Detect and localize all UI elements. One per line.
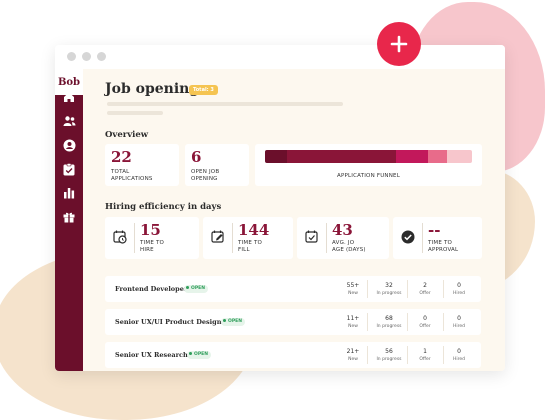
people-icon[interactable] bbox=[61, 113, 77, 129]
card-divider bbox=[326, 223, 327, 253]
open-job-opening-card[interactable]: 6 OPEN JOB OPENING bbox=[185, 144, 249, 186]
funnel-segment bbox=[446, 150, 472, 163]
efficiency-title: Hiring efficiency in days bbox=[105, 202, 222, 212]
job-row[interactable]: Senior UX/UI Product Designer OPEN 11+ N… bbox=[105, 309, 481, 335]
time-to-approval-card[interactable]: -- TIME TO APPROVAL bbox=[393, 217, 482, 259]
overview-title: Overview bbox=[105, 130, 149, 140]
hired-count: 0 bbox=[457, 348, 461, 355]
plus-icon bbox=[390, 35, 408, 53]
status-badge: OPEN bbox=[187, 351, 211, 359]
skeleton-line bbox=[107, 102, 343, 106]
in-progress-label: In progress bbox=[376, 324, 402, 329]
hired-label: Hired bbox=[452, 357, 465, 362]
job-title: Senior UX/UI Product Designer bbox=[115, 318, 229, 326]
job-row[interactable]: Senior UX Researcher OPEN 21+ New 56 In … bbox=[105, 342, 481, 368]
time-to-hire-label: TIME TO bbox=[140, 240, 165, 246]
sidebar bbox=[55, 69, 83, 371]
check-calendar-icon bbox=[305, 230, 318, 243]
time-to-fill-card[interactable]: 144 TIME TO FILL bbox=[203, 217, 293, 259]
time-to-hire-label: HIRE bbox=[140, 247, 154, 253]
funnel-segment bbox=[286, 150, 396, 163]
app-window: Bob Job opening Total: 3 Overview 22 TOT… bbox=[55, 45, 505, 371]
total-badge: Total: 3 bbox=[189, 85, 218, 95]
stat-divider bbox=[367, 346, 368, 364]
job-title: Frontend Developer bbox=[115, 285, 188, 293]
time-to-fill-value: 144 bbox=[238, 221, 270, 239]
job-row[interactable]: Frontend Developer OPEN 55+ New 32 In pr… bbox=[105, 276, 481, 302]
window-dot bbox=[97, 52, 106, 61]
time-to-approval-label: TIME TO bbox=[428, 240, 453, 246]
add-button[interactable] bbox=[377, 22, 421, 66]
funnel-segment bbox=[428, 150, 447, 163]
total-applications-label: TOTAL bbox=[111, 169, 130, 175]
open-job-opening-label: OPEN JOB bbox=[191, 169, 220, 175]
skeleton-line bbox=[107, 111, 163, 115]
hired-label: Hired bbox=[452, 324, 465, 329]
avg-jo-age-label: AVG. JO bbox=[332, 240, 355, 246]
time-to-fill-label: FILL bbox=[238, 247, 250, 253]
check-circle-icon bbox=[401, 230, 415, 244]
clock-calendar-icon bbox=[113, 230, 127, 244]
time-to-approval-value: -- bbox=[428, 221, 441, 239]
hired-count: 0 bbox=[457, 315, 461, 322]
funnel-segment bbox=[395, 150, 429, 163]
total-applications-card[interactable]: 22 TOTAL APPLICATIONS bbox=[105, 144, 179, 186]
funnel-segment bbox=[265, 150, 287, 163]
total-applications-label: APPLICATIONS bbox=[111, 176, 153, 182]
open-job-opening-value: 6 bbox=[191, 148, 202, 166]
time-to-approval-label: APPROVAL bbox=[428, 247, 459, 253]
card-divider bbox=[232, 223, 233, 253]
window-dot bbox=[82, 52, 91, 61]
chart-icon[interactable] bbox=[61, 185, 77, 201]
status-badge: OPEN bbox=[184, 285, 208, 293]
open-job-opening-label: OPENING bbox=[191, 176, 218, 182]
app-logo: Bob bbox=[57, 76, 81, 88]
gift-icon[interactable] bbox=[61, 209, 77, 225]
job-title: Senior UX Researcher bbox=[115, 351, 196, 359]
in-progress-label: In progress bbox=[376, 357, 402, 362]
time-to-fill-label: TIME TO bbox=[238, 240, 263, 246]
edit-calendar-icon bbox=[211, 230, 224, 243]
window-dot bbox=[67, 52, 76, 61]
avg-jo-age-card[interactable]: 43 AVG. JO AGE (DAYS) bbox=[297, 217, 389, 259]
card-divider bbox=[422, 223, 423, 253]
card-divider bbox=[134, 223, 135, 253]
avg-jo-age-label: AGE (DAYS) bbox=[332, 247, 366, 253]
in-progress-count: 56 bbox=[385, 348, 393, 355]
logo-area: Bob bbox=[55, 69, 83, 95]
time-to-hire-card[interactable]: 15 TIME TO HIRE bbox=[105, 217, 199, 259]
avg-jo-age-value: 43 bbox=[332, 221, 353, 239]
total-applications-value: 22 bbox=[111, 148, 132, 166]
in-progress-label: In progress bbox=[376, 291, 402, 296]
application-funnel-label: APPLICATION FUNNEL bbox=[337, 173, 400, 179]
application-funnel-bar bbox=[265, 150, 472, 163]
hired-label: Hired bbox=[452, 291, 465, 296]
main-content: Job opening Total: 3 Overview 22 TOTAL A… bbox=[83, 69, 505, 371]
time-to-hire-value: 15 bbox=[140, 221, 161, 239]
checklist-icon[interactable] bbox=[61, 161, 77, 177]
in-progress-count: 68 bbox=[385, 315, 393, 322]
in-progress-count: 32 bbox=[385, 282, 393, 289]
person-icon[interactable] bbox=[61, 137, 77, 153]
hired-count: 0 bbox=[457, 282, 461, 289]
status-badge: OPEN bbox=[221, 318, 245, 326]
stat-divider bbox=[367, 313, 368, 331]
window-titlebar bbox=[55, 45, 505, 69]
page-title: Job opening bbox=[105, 81, 200, 97]
application-funnel-card[interactable]: APPLICATION FUNNEL bbox=[255, 144, 482, 186]
stat-divider bbox=[367, 280, 368, 298]
